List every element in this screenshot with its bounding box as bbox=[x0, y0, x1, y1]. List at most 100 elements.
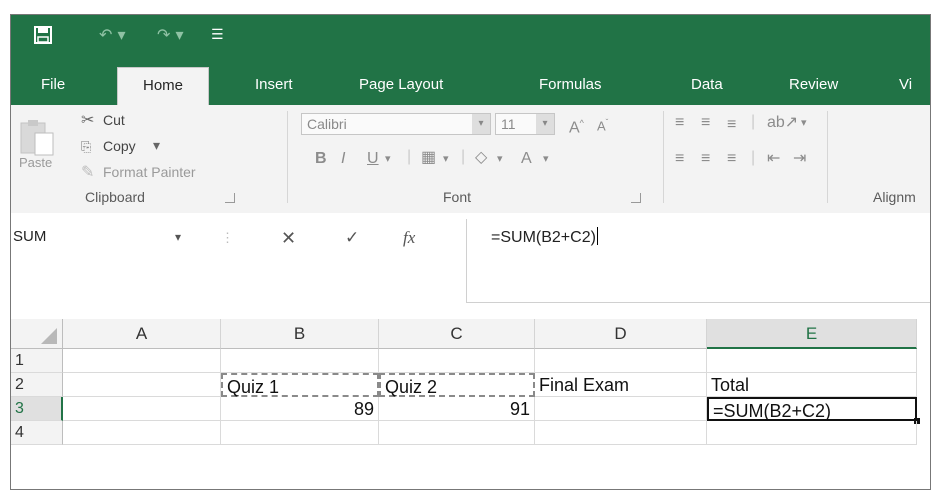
cell-b2[interactable]: Quiz 1 bbox=[221, 373, 379, 397]
cell-a4[interactable] bbox=[63, 421, 221, 445]
title-bar: ↶ ▾ ↷ ▾ ☰ bbox=[11, 15, 930, 57]
chevron-down-icon[interactable]: ▾ bbox=[801, 113, 807, 133]
underline-button[interactable]: U bbox=[367, 149, 379, 169]
divider-icon: | bbox=[751, 113, 756, 130]
clipboard-launcher-icon[interactable] bbox=[225, 193, 235, 203]
cell-e4[interactable] bbox=[707, 421, 917, 445]
group-divider bbox=[663, 111, 664, 203]
font-name-value: Calibri bbox=[307, 116, 347, 132]
redo-icon[interactable]: ↷ ▾ bbox=[157, 22, 184, 48]
cell-c1[interactable] bbox=[379, 349, 535, 373]
shrink-font-icon[interactable]: Aˇ bbox=[597, 113, 608, 136]
cell-a3[interactable] bbox=[63, 397, 221, 421]
tab-file[interactable]: File bbox=[33, 67, 73, 105]
row-header-3[interactable]: 3 bbox=[11, 397, 63, 421]
tab-page-layout[interactable]: Page Layout bbox=[351, 67, 451, 105]
align-center-icon[interactable]: ≡ bbox=[701, 149, 710, 169]
formula-value: =SUM(B2+C2) bbox=[491, 229, 596, 246]
paste-label: Paste bbox=[19, 155, 53, 170]
chevron-down-icon[interactable]: ▾ bbox=[443, 149, 449, 169]
bold-button[interactable]: B bbox=[315, 149, 327, 169]
chevron-down-icon: ▾ bbox=[472, 114, 490, 134]
cell-b1[interactable] bbox=[221, 349, 379, 373]
cell-a1[interactable] bbox=[63, 349, 221, 373]
font-name-select[interactable]: Calibri ▾ bbox=[301, 113, 491, 135]
copy-dropdown-icon: ▾ bbox=[153, 137, 161, 153]
paste-icon bbox=[20, 120, 54, 156]
tab-home[interactable]: Home bbox=[117, 67, 209, 105]
cell-b4[interactable] bbox=[221, 421, 379, 445]
borders-icon[interactable]: ▦ bbox=[421, 148, 436, 168]
format-painter-label: Format Painter bbox=[103, 164, 196, 180]
format-painter-button[interactable]: ✎ Format Painter bbox=[81, 163, 271, 185]
save-icon[interactable] bbox=[33, 22, 53, 48]
align-right-icon[interactable]: ≡ bbox=[727, 149, 736, 169]
cell-e1[interactable] bbox=[707, 349, 917, 373]
column-header-b[interactable]: B bbox=[221, 319, 379, 349]
increase-indent-icon[interactable]: ⇥ bbox=[793, 149, 806, 169]
chevron-down-icon: ▾ bbox=[536, 114, 554, 134]
cell-c3[interactable]: 91 bbox=[379, 397, 535, 421]
cell-c2[interactable]: Quiz 2 bbox=[379, 373, 535, 397]
align-bottom-icon[interactable]: ≡ bbox=[727, 115, 736, 135]
chevron-down-icon[interactable]: ▾ bbox=[175, 223, 181, 251]
column-header-d[interactable]: D bbox=[535, 319, 707, 349]
undo-icon[interactable]: ↶ ▾ bbox=[99, 22, 126, 48]
decrease-indent-icon[interactable]: ⇤ bbox=[767, 149, 780, 169]
ribbon-tabs: File Home Insert Page Layout Formulas Da… bbox=[11, 57, 930, 105]
chevron-down-icon[interactable]: ▾ bbox=[497, 149, 503, 169]
chevron-down-icon[interactable]: ▾ bbox=[543, 149, 549, 169]
cell-d3[interactable] bbox=[535, 397, 707, 421]
clipboard-group-label: Clipboard bbox=[85, 189, 145, 205]
tab-review[interactable]: Review bbox=[781, 67, 846, 105]
font-size-select[interactable]: 11 ▾ bbox=[495, 113, 555, 135]
fill-color-icon[interactable]: ◇ bbox=[475, 148, 487, 168]
paste-button[interactable]: Paste bbox=[17, 117, 61, 181]
text-caret bbox=[596, 227, 598, 245]
select-all-button[interactable] bbox=[11, 319, 63, 349]
divider-icon: | bbox=[751, 149, 756, 166]
cell-c4[interactable] bbox=[379, 421, 535, 445]
font-launcher-icon[interactable] bbox=[631, 193, 641, 203]
insert-function-icon[interactable]: fx bbox=[403, 227, 415, 249]
cell-d4[interactable] bbox=[535, 421, 707, 445]
cut-button[interactable]: ✂ Cut bbox=[81, 111, 161, 133]
cell-d1[interactable] bbox=[535, 349, 707, 373]
chevron-down-icon[interactable]: ▾ bbox=[385, 149, 391, 169]
tab-formulas[interactable]: Formulas bbox=[531, 67, 610, 105]
row-header-4[interactable]: 4 bbox=[11, 421, 63, 445]
column-header-e[interactable]: E bbox=[707, 319, 917, 349]
font-color-button[interactable]: A bbox=[521, 149, 532, 169]
cell-d2[interactable]: Final Exam bbox=[535, 373, 707, 397]
align-top-icon[interactable]: ≡ bbox=[675, 113, 684, 133]
splitter-icon[interactable]: ⋮ bbox=[221, 227, 234, 249]
copy-button[interactable]: ⎘ Copy ▾ bbox=[81, 137, 201, 159]
spreadsheet-grid: A B C D E 1 2 3 4 Quiz 1 Quiz 2 Final Ex… bbox=[11, 317, 930, 489]
close-icon[interactable]: ✕ bbox=[281, 227, 296, 249]
italic-button[interactable]: I bbox=[341, 149, 345, 169]
formula-bar: SUM ▾ ⋮ ✕ ✓ fx =SUM(B2+C2) bbox=[11, 213, 930, 318]
tab-data[interactable]: Data bbox=[683, 67, 731, 105]
cell-b3[interactable]: 89 bbox=[221, 397, 379, 421]
column-header-a[interactable]: A bbox=[63, 319, 221, 349]
check-icon[interactable]: ✓ bbox=[345, 227, 359, 249]
tab-view[interactable]: Vi bbox=[891, 67, 920, 105]
cell-e2[interactable]: Total bbox=[707, 373, 917, 397]
customize-icon[interactable]: ☰ bbox=[211, 22, 224, 48]
row-header-2[interactable]: 2 bbox=[11, 373, 63, 397]
row-header-1[interactable]: 1 bbox=[11, 349, 63, 373]
grow-font-icon[interactable]: A^ bbox=[569, 113, 584, 138]
excel-screenshot: ↶ ▾ ↷ ▾ ☰ File Home Insert Page Layout F… bbox=[0, 0, 931, 494]
tab-insert[interactable]: Insert bbox=[247, 67, 301, 105]
align-middle-icon[interactable]: ≡ bbox=[701, 113, 710, 133]
name-box-value: SUM bbox=[13, 228, 47, 245]
copy-icon: ⎘ bbox=[81, 139, 92, 154]
orientation-icon[interactable]: ab↗ bbox=[767, 113, 798, 133]
name-box[interactable]: SUM ▾ bbox=[11, 223, 201, 251]
align-left-icon[interactable]: ≡ bbox=[675, 149, 684, 169]
cell-a2[interactable] bbox=[63, 373, 221, 397]
column-header-c[interactable]: C bbox=[379, 319, 535, 349]
alignment-group-label: Alignm bbox=[873, 189, 916, 205]
cell-e3-active[interactable]: =SUM(B2+C2) bbox=[707, 397, 917, 421]
formula-input[interactable]: =SUM(B2+C2) bbox=[466, 219, 930, 303]
